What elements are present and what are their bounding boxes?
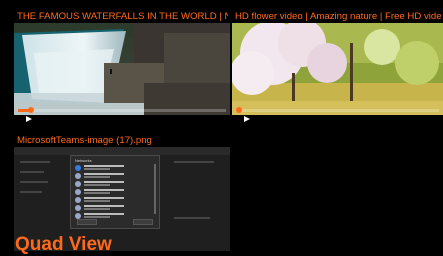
- settings-line: [174, 217, 210, 219]
- networks-dialog: Networks: [70, 155, 160, 229]
- quad-view-label: Quad View: [15, 234, 112, 255]
- settings-line: [20, 171, 44, 173]
- settings-line: [20, 191, 42, 193]
- settings-line: [20, 161, 50, 163]
- screenshot-header: [14, 147, 230, 155]
- flower-tree-image: [232, 23, 443, 115]
- tile-title: HD flower video | Amazing nature | Free …: [235, 11, 441, 22]
- video-progress-bar[interactable]: [236, 107, 439, 113]
- empty-tile: [232, 133, 443, 251]
- progress-knob[interactable]: [236, 107, 242, 113]
- quad-view-grid: THE FAMOUS WATERFALLS IN THE WORLD | NIA…: [14, 9, 443, 255]
- video-tile-waterfalls[interactable]: THE FAMOUS WATERFALLS IN THE WORLD | NIA…: [14, 9, 230, 132]
- video-frame[interactable]: [232, 23, 443, 115]
- video-progress-bar[interactable]: [18, 107, 226, 113]
- waterfall-image: [14, 23, 230, 115]
- tile-title: MicrosoftTeams-image (17).png: [17, 135, 152, 146]
- dialog-button: [77, 219, 97, 225]
- play-icon[interactable]: [26, 116, 32, 122]
- video-frame[interactable]: [14, 23, 230, 115]
- tile-title: THE FAMOUS WATERFALLS IN THE WORLD | NIA…: [17, 11, 228, 22]
- play-icon[interactable]: [244, 116, 250, 122]
- network-item: [75, 197, 151, 204]
- settings-line: [174, 161, 214, 163]
- network-item: [75, 165, 151, 172]
- video-tile-flowers[interactable]: HD flower video | Amazing nature | Free …: [232, 9, 443, 132]
- settings-line: [20, 181, 48, 183]
- network-item: [75, 181, 151, 188]
- dialog-button: [133, 219, 153, 225]
- network-item: [75, 189, 151, 196]
- network-item: [75, 205, 151, 212]
- dialog-title: Networks: [75, 158, 92, 163]
- dialog-scrollbar: [154, 164, 156, 214]
- network-item: [75, 173, 151, 180]
